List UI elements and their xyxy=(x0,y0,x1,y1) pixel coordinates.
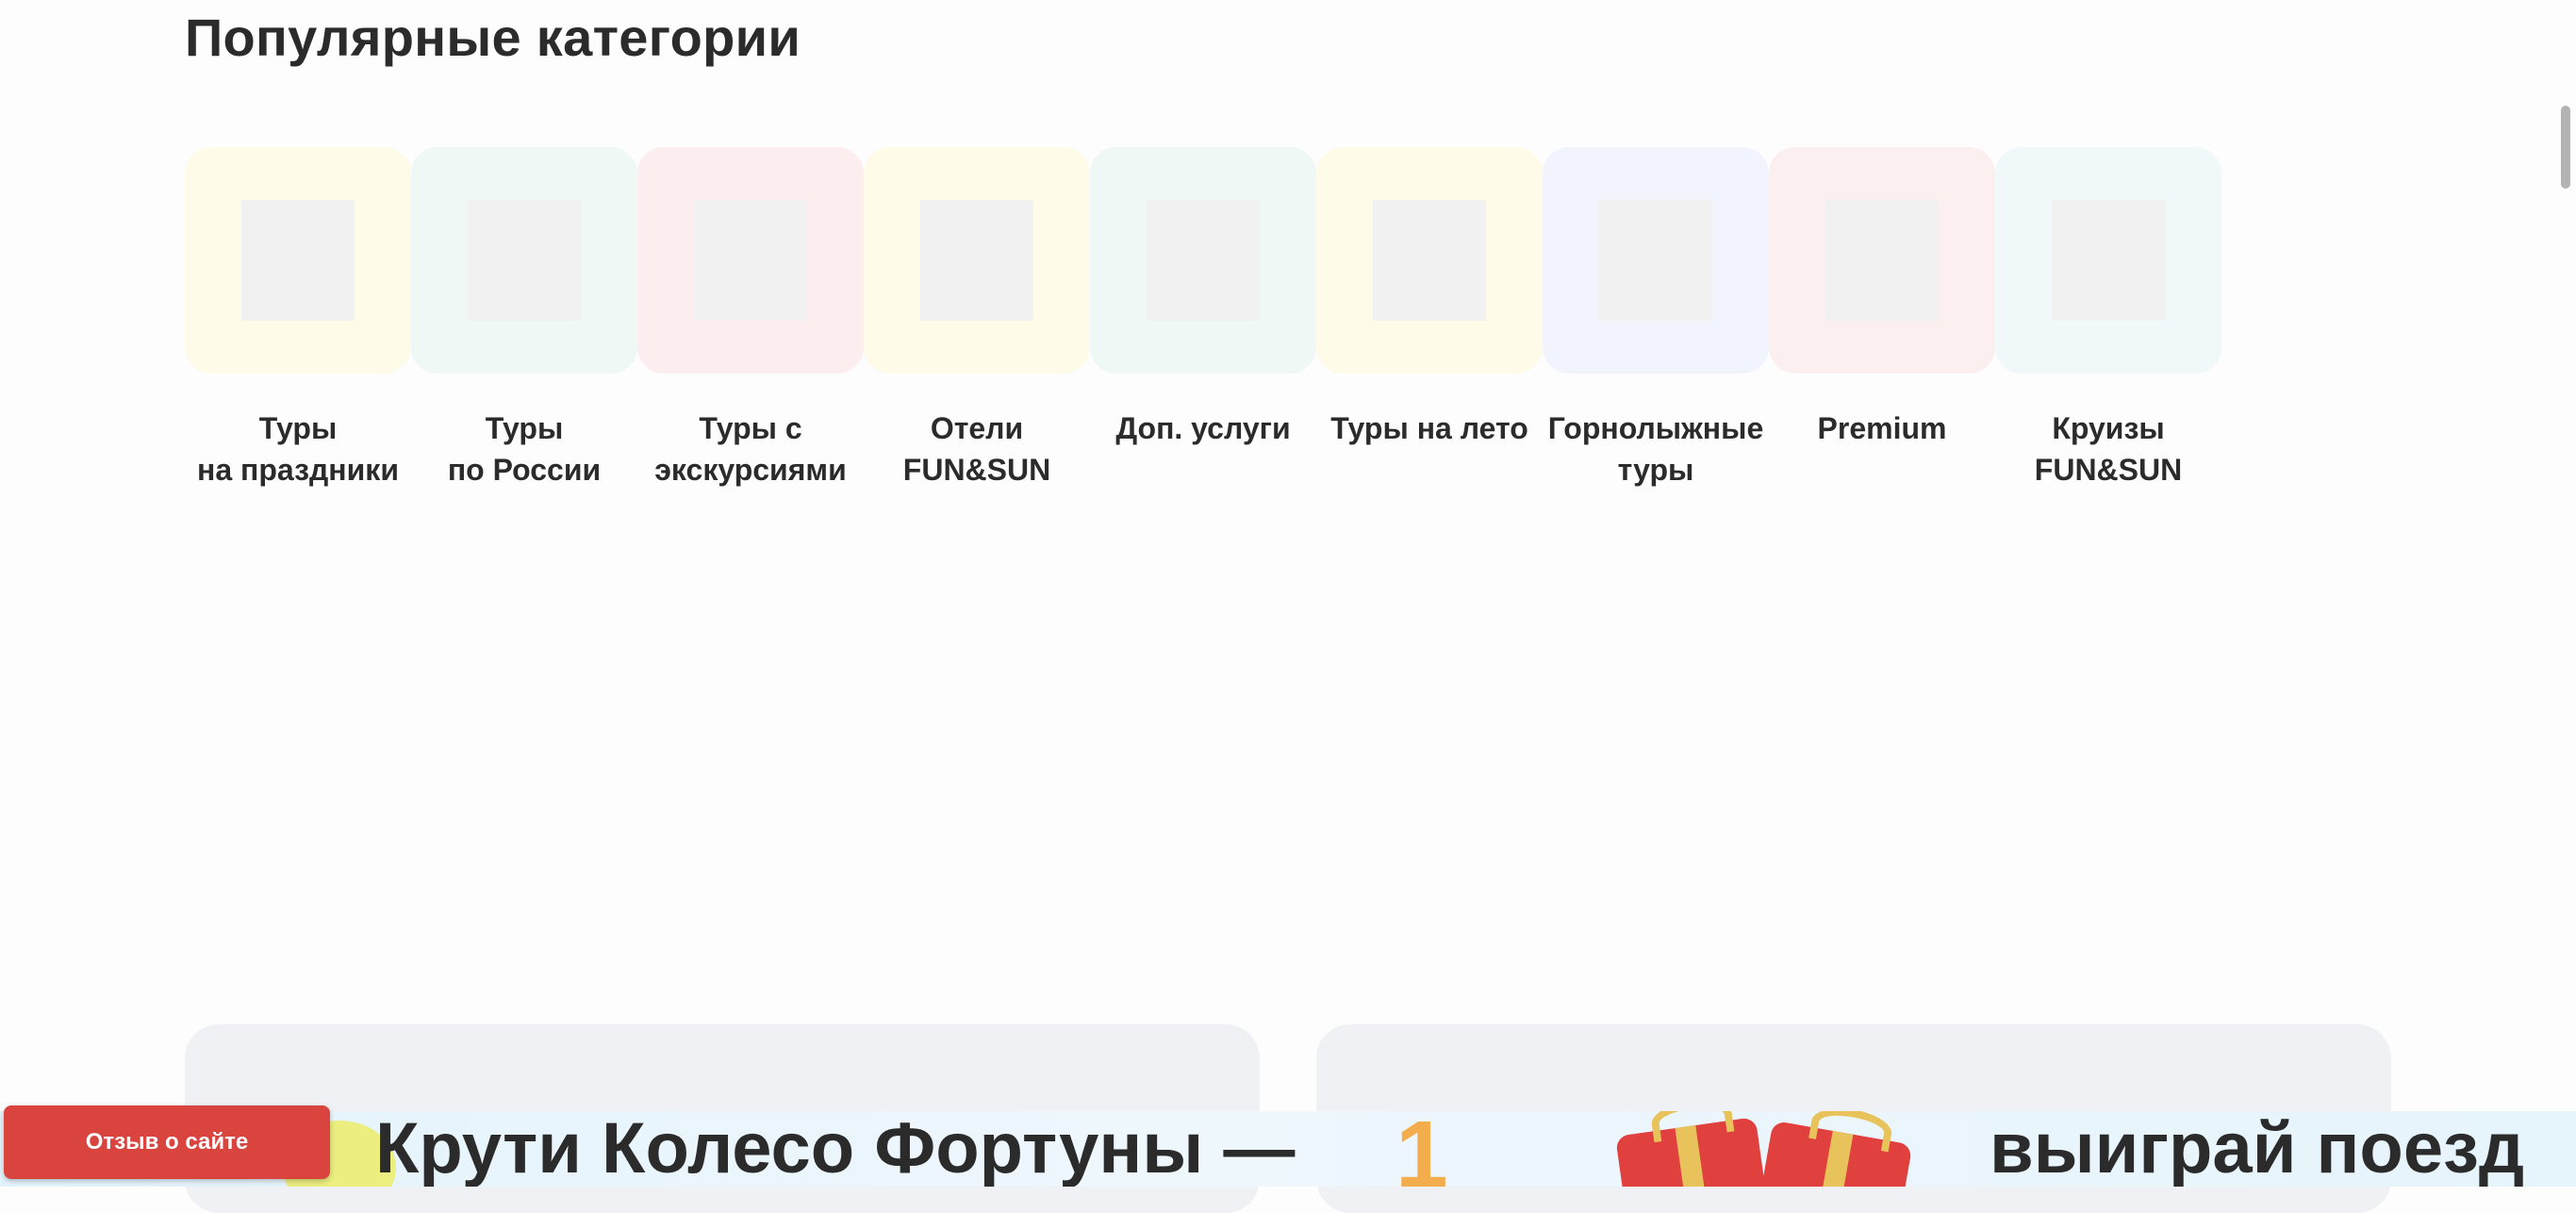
banner-number-decoration: 1 xyxy=(1395,1111,1448,1187)
category-label: Отели FUN&SUN xyxy=(902,411,1051,487)
category-image xyxy=(1147,200,1260,321)
category-tours-russia[interactable]: Туры по России xyxy=(411,147,637,490)
scrollbar-thumb[interactable] xyxy=(2561,106,2570,189)
category-ski-tours[interactable]: Горнолыжные туры xyxy=(1543,147,1769,490)
category-tours-excursions[interactable]: Туры с экскурсиями xyxy=(637,147,864,490)
category-image xyxy=(2052,200,2165,321)
feedback-button[interactable]: Отзыв о сайте xyxy=(4,1105,330,1179)
category-image xyxy=(920,200,1033,321)
banner-text-left: Крути Колесо Фортуны — xyxy=(375,1111,1296,1187)
category-image xyxy=(1599,200,1712,321)
section-title: Популярные категории xyxy=(185,8,801,67)
category-label: Круизы FUN&SUN xyxy=(2034,411,2183,487)
category-card[interactable] xyxy=(1769,147,1995,374)
category-card[interactable] xyxy=(185,147,411,374)
category-card[interactable] xyxy=(1543,147,1769,374)
category-image xyxy=(241,200,355,321)
categories-list: Туры на праздники Туры по России Туры с … xyxy=(185,147,2221,490)
category-label: Туры на праздники xyxy=(197,411,399,487)
category-extra-services[interactable]: Доп. услуги xyxy=(1090,147,1316,490)
category-image xyxy=(1825,200,1939,321)
category-image xyxy=(694,200,807,321)
category-label: Доп. услуги xyxy=(1115,411,1291,445)
banner-text-right: выиграй поезд xyxy=(1990,1111,2525,1187)
gift-icon xyxy=(1615,1117,1770,1187)
category-premium[interactable]: Premium xyxy=(1769,147,1995,490)
category-tours-holidays[interactable]: Туры на праздники xyxy=(185,147,411,490)
category-label: Туры по России xyxy=(447,411,602,487)
category-hotels-funsun[interactable]: Отели FUN&SUN xyxy=(864,147,1090,490)
category-card[interactable] xyxy=(864,147,1090,374)
category-card[interactable] xyxy=(411,147,637,374)
category-label: Туры с экскурсиями xyxy=(654,411,847,487)
category-label: Горнолыжные туры xyxy=(1547,411,1764,487)
category-summer-tours[interactable]: Туры на лето xyxy=(1316,147,1543,490)
category-image xyxy=(1373,200,1486,321)
category-label: Туры на лето xyxy=(1330,411,1528,445)
page: Популярные категории Туры на праздники Т… xyxy=(0,0,2576,1213)
category-card[interactable] xyxy=(637,147,864,374)
wheel-of-fortune-banner[interactable]: Крути Колесо Фортуны — 1 выиграй поезд xyxy=(0,1111,2576,1187)
category-card[interactable] xyxy=(1090,147,1316,374)
category-image xyxy=(468,200,581,321)
category-card[interactable] xyxy=(1995,147,2221,374)
category-card[interactable] xyxy=(1316,147,1543,374)
gift-icon xyxy=(1755,1120,1913,1187)
category-cruises-funsun[interactable]: Круизы FUN&SUN xyxy=(1995,147,2221,490)
category-label: Premium xyxy=(1817,411,1947,445)
